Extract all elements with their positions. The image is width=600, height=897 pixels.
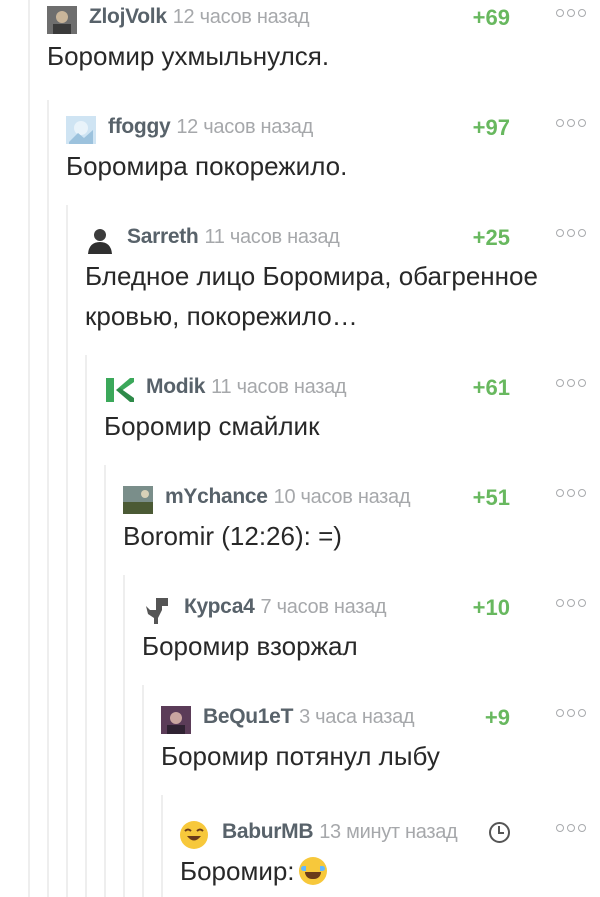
username-text[interactable]: ZlojVolk: [89, 5, 167, 28]
dinosaur-icon[interactable]: [142, 596, 172, 624]
username-text[interactable]: BaburMB: [222, 820, 314, 843]
username[interactable]: ZlojVolk 12 часов назад: [89, 5, 310, 29]
comment: mYchance 10 часов назад +51 Boromir (12:2…: [123, 480, 600, 556]
username-text[interactable]: BeQu1eT: [203, 705, 293, 728]
comment-header: BaburMB 13 минут назад: [180, 815, 600, 849]
comment-text: Боромира покорежило.: [66, 151, 348, 181]
username[interactable]: BeQu1eT 3 часа назад: [203, 705, 415, 729]
comment-text: Бледное лицо Боромира, обагренное кровью…: [85, 261, 538, 331]
username[interactable]: Modik 11 часов назад: [146, 375, 347, 399]
rating: +25: [472, 225, 510, 250]
more-options-icon[interactable]: [556, 824, 586, 832]
comment-header: ZlojVolk 12 часов назад +69: [47, 0, 600, 34]
comment-time: 10 часов назад: [273, 486, 411, 508]
landscape-avatar-icon[interactable]: [66, 116, 96, 144]
comment-time: 11 часов назад: [204, 226, 340, 248]
comment-time: 7 часов назад: [260, 596, 387, 618]
comment-header: ffoggy 12 часов назад +97: [66, 110, 600, 144]
username-text[interactable]: mYchance: [165, 485, 268, 508]
thread-line-3: [66, 205, 68, 897]
character-photo-icon[interactable]: [161, 706, 191, 734]
comment-time: 12 часов назад: [172, 6, 310, 28]
more-options-icon[interactable]: [556, 379, 586, 387]
thread-line-1: [28, 0, 30, 897]
laughing-emoji-icon[interactable]: [180, 821, 208, 849]
thread-line-7: [142, 685, 144, 897]
username-text[interactable]: ffoggy: [108, 115, 171, 138]
comment-text: Боромир смайлик: [104, 411, 320, 441]
rating: +9: [484, 705, 510, 730]
thread-line-8: [161, 795, 163, 897]
username[interactable]: mYchance 10 часов назад: [165, 485, 411, 509]
comment-header: Modik 11 часов назад +61: [104, 370, 600, 404]
thread-line-6: [123, 575, 125, 897]
more-options-icon[interactable]: [556, 599, 586, 607]
comment-text: Боромир ухмыльнулся.: [47, 41, 330, 71]
username[interactable]: BaburMB 13 минут назад: [222, 820, 458, 844]
green-k-logo-icon[interactable]: [104, 376, 134, 404]
comment-header: BeQu1eT 3 часа назад +9: [161, 700, 600, 734]
user-photo-icon[interactable]: [47, 6, 77, 34]
comment-header: Sarreth 11 часов назад +25: [85, 220, 600, 254]
comment-time: 11 часов назад: [211, 376, 347, 398]
comment: Курса4 7 часов назад +10 Боромир взоржал: [142, 590, 600, 666]
username-text[interactable]: Sarreth: [127, 225, 199, 248]
more-options-icon[interactable]: [556, 229, 586, 237]
username-text[interactable]: Курса4: [184, 595, 255, 618]
clock-icon: [489, 822, 510, 843]
comment-text: Boromir (12:26): =): [123, 521, 342, 551]
more-options-icon[interactable]: [556, 489, 586, 497]
more-options-icon[interactable]: [556, 119, 586, 127]
rating: +61: [472, 375, 510, 400]
comment-time: 3 часа назад: [299, 706, 415, 728]
thread-line-2: [47, 100, 49, 897]
comment-header: Курса4 7 часов назад +10: [142, 590, 600, 624]
comment-time: 12 часов назад: [176, 116, 313, 138]
thread-line-4: [85, 355, 87, 897]
more-options-icon[interactable]: [556, 709, 586, 717]
landscape-photo-icon[interactable]: [123, 486, 153, 514]
comment-text-content: Боромир:: [180, 856, 295, 886]
username[interactable]: Курса4 7 часов назад: [184, 595, 387, 619]
comment: ZlojVolk 12 часов назад +69 Боромир ухмыл…: [47, 0, 600, 76]
comment-text: Боромир потянул лыбу: [161, 741, 440, 771]
tears-of-joy-emoji-icon: [298, 857, 327, 885]
comment-header: mYchance 10 часов назад +51: [123, 480, 600, 514]
rating: +51: [472, 485, 510, 510]
comment-text: Боромир:: [180, 851, 600, 891]
person-silhouette-icon[interactable]: [85, 226, 115, 254]
username[interactable]: ffoggy 12 часов назад: [108, 115, 313, 139]
username-text[interactable]: Modik: [146, 375, 205, 398]
more-options-icon[interactable]: [556, 9, 586, 17]
username[interactable]: Sarreth 11 часов назад: [127, 225, 340, 249]
comment: Sarreth 11 часов назад +25 Бледное лицо Б…: [85, 220, 600, 336]
comment-time: 13 минут назад: [319, 821, 458, 843]
rating: +97: [472, 115, 510, 140]
thread-line-5: [104, 465, 106, 897]
comment: Modik 11 часов назад +61 Боромир смайлик: [104, 370, 600, 446]
rating: +10: [472, 595, 510, 620]
comment: ffoggy 12 часов назад +97 Боромира покоре…: [66, 110, 600, 186]
comment-text: Боромир взоржал: [142, 631, 358, 661]
rating: +69: [472, 5, 510, 30]
comment: BeQu1eT 3 часа назад +9 Боромир потянул л…: [161, 700, 600, 776]
comment: BaburMB 13 минут назад Боромир:: [180, 815, 600, 891]
